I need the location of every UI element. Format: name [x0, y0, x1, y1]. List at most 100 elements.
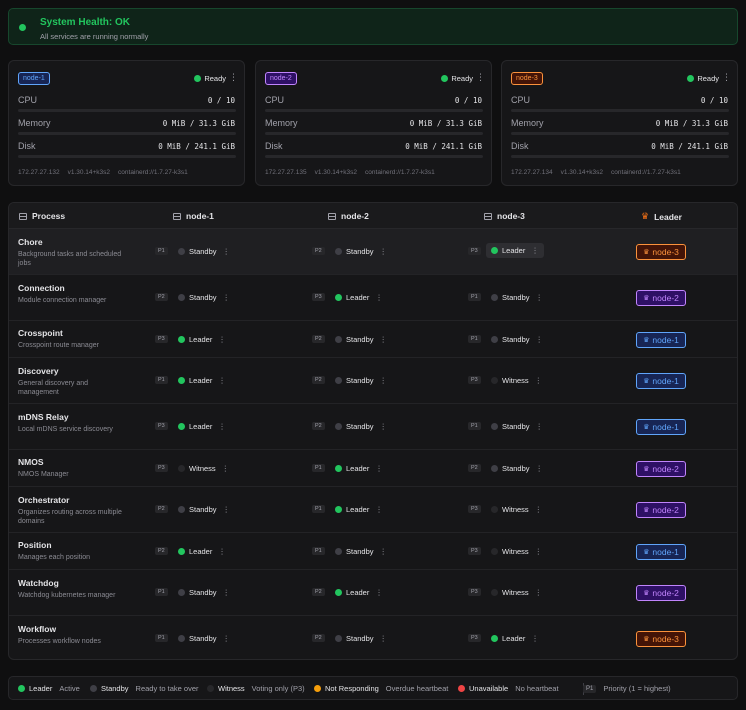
priority-badge: P2: [312, 335, 325, 343]
role-status[interactable]: Standby ⋮: [178, 505, 230, 514]
node-menu-icon[interactable]: ⋮: [722, 72, 731, 83]
role-status[interactable]: Leader ⋮: [335, 505, 383, 514]
role-menu-icon[interactable]: ⋮: [223, 588, 231, 597]
role-menu-icon[interactable]: ⋮: [375, 293, 383, 302]
node-menu-icon[interactable]: ⋮: [229, 72, 238, 83]
table-row[interactable]: Chore Background tasks and scheduled jobs…: [9, 229, 737, 275]
priority-badge: P1: [468, 335, 481, 343]
role-status[interactable]: Witness ⋮: [491, 376, 542, 385]
header-leader: ♛ Leader: [641, 211, 682, 222]
role-status[interactable]: Leader ⋮: [335, 588, 383, 597]
role-status[interactable]: Leader ⋮: [178, 422, 226, 431]
role-menu-icon[interactable]: ⋮: [536, 422, 544, 431]
role-menu-icon[interactable]: ⋮: [223, 505, 231, 514]
node-menu-icon[interactable]: ⋮: [476, 72, 485, 83]
role-menu-icon[interactable]: ⋮: [375, 464, 383, 473]
process-icon: [19, 212, 27, 220]
role-status[interactable]: Witness ⋮: [491, 505, 542, 514]
role-status[interactable]: Leader ⋮: [178, 335, 226, 344]
role-menu-icon[interactable]: ⋮: [375, 505, 383, 514]
header-node-3: node-3: [484, 211, 525, 221]
role-menu-icon[interactable]: ⋮: [535, 505, 543, 514]
table-row[interactable]: Connection Module connection manager P2 Sta…: [9, 275, 737, 321]
role-menu-icon[interactable]: ⋮: [531, 246, 539, 255]
leader-badge: ♛ node-2: [636, 461, 686, 477]
role-status[interactable]: Standby ⋮: [491, 422, 543, 431]
role-menu-icon[interactable]: ⋮: [218, 422, 226, 431]
role-status[interactable]: Leader ⋮: [491, 634, 539, 643]
role-status[interactable]: Standby ⋮: [178, 634, 230, 643]
process-name: Crosspoint: [18, 328, 63, 338]
role-dot-icon: [335, 336, 342, 343]
header-node-2: node-2: [328, 211, 369, 221]
process-description: Manages each position: [18, 554, 90, 561]
memory-value: 0 MiB / 31.3 GiB: [655, 119, 728, 128]
role-status[interactable]: Standby ⋮: [335, 634, 387, 643]
role-status[interactable]: Standby ⋮: [335, 422, 387, 431]
role-menu-icon[interactable]: ⋮: [380, 422, 388, 431]
table-row[interactable]: Watchdog Watchdog kubernetes manager P1 Sta…: [9, 570, 737, 616]
role-dot-icon: [335, 248, 342, 255]
process-description: Watchdog kubernetes manager: [18, 592, 116, 599]
leader-badge: ♛ node-1: [636, 419, 686, 435]
disk-value: 0 MiB / 241.1 GiB: [158, 142, 235, 151]
role-menu-icon[interactable]: ⋮: [375, 588, 383, 597]
priority-badge: P3: [155, 464, 168, 472]
table-row[interactable]: Workflow Processes workflow nodes P1 Standb…: [9, 616, 737, 659]
table-row[interactable]: Position Manages each position P2 Leader ⋮ P1…: [9, 533, 737, 570]
header-process: Process: [19, 211, 65, 221]
role-status[interactable]: Standby ⋮: [335, 376, 387, 385]
cpu-value: 0 / 10: [700, 96, 728, 105]
role-menu-icon[interactable]: ⋮: [536, 293, 544, 302]
role-status[interactable]: Standby ⋮: [335, 547, 387, 556]
role-menu-icon[interactable]: ⋮: [218, 547, 226, 556]
role-menu-icon[interactable]: ⋮: [380, 634, 388, 643]
role-menu-icon[interactable]: ⋮: [223, 634, 231, 643]
role-menu-icon[interactable]: ⋮: [536, 335, 544, 344]
role-status[interactable]: Standby ⋮: [178, 588, 230, 597]
role-status[interactable]: Standby ⋮: [178, 247, 230, 256]
role-status[interactable]: Witness ⋮: [491, 588, 542, 597]
role-menu-icon[interactable]: ⋮: [535, 547, 543, 556]
role-dot-icon: [178, 377, 185, 384]
role-menu-icon[interactable]: ⋮: [380, 247, 388, 256]
role-status[interactable]: Standby ⋮: [178, 293, 230, 302]
role-menu-icon[interactable]: ⋮: [535, 376, 543, 385]
role-status[interactable]: Witness ⋮: [178, 464, 229, 473]
role-status[interactable]: Standby ⋮: [491, 464, 543, 473]
role-status[interactable]: Standby ⋮: [335, 335, 387, 344]
role-status[interactable]: Leader ⋮: [178, 376, 226, 385]
role-menu-icon[interactable]: ⋮: [218, 376, 226, 385]
process-description: Local mDNS service discovery: [18, 426, 113, 433]
role-menu-icon[interactable]: ⋮: [223, 293, 231, 302]
role-status[interactable]: Leader ⋮: [335, 293, 383, 302]
role-menu-icon[interactable]: ⋮: [223, 247, 231, 256]
priority-badge: P3: [468, 547, 481, 555]
role-menu-icon[interactable]: ⋮: [222, 464, 230, 473]
role-status[interactable]: Leader ⋮: [178, 547, 226, 556]
memory-value: 0 MiB / 31.3 GiB: [409, 119, 482, 128]
role-menu-icon[interactable]: ⋮: [380, 335, 388, 344]
role-status[interactable]: Witness ⋮: [491, 547, 542, 556]
role-menu-icon[interactable]: ⋮: [218, 335, 226, 344]
legend: Leader Active Standby Ready to take over…: [8, 676, 738, 700]
role-menu-icon[interactable]: ⋮: [380, 376, 388, 385]
table-row[interactable]: Discovery General discovery and managemen…: [9, 358, 737, 404]
role-menu-icon[interactable]: ⋮: [380, 547, 388, 556]
role-status[interactable]: Standby ⋮: [491, 293, 543, 302]
table-row[interactable]: Crosspoint Crosspoint route manager P3 Lead…: [9, 321, 737, 358]
role-dot-icon: [335, 589, 342, 596]
table-row[interactable]: mDNS Relay Local mDNS service discovery P3…: [9, 404, 737, 450]
role-menu-icon[interactable]: ⋮: [531, 634, 539, 643]
table-row[interactable]: Orchestrator Organizes routing across mul…: [9, 487, 737, 533]
role-status[interactable]: Leader ⋮: [486, 243, 544, 258]
role-status[interactable]: Leader ⋮: [335, 464, 383, 473]
role-status[interactable]: Standby ⋮: [335, 247, 387, 256]
disk-bar: [265, 155, 483, 158]
node-info: 172.27.27.135 v1.30.14+k3s2 containerd://1…: [265, 169, 443, 176]
role-menu-icon[interactable]: ⋮: [535, 588, 543, 597]
table-row[interactable]: NMOS NMOS Manager P3 Witness ⋮ P1 Leader ⋮ P2 Sta…: [9, 450, 737, 487]
process-description: Processes workflow nodes: [18, 638, 101, 645]
role-menu-icon[interactable]: ⋮: [536, 464, 544, 473]
role-status[interactable]: Standby ⋮: [491, 335, 543, 344]
